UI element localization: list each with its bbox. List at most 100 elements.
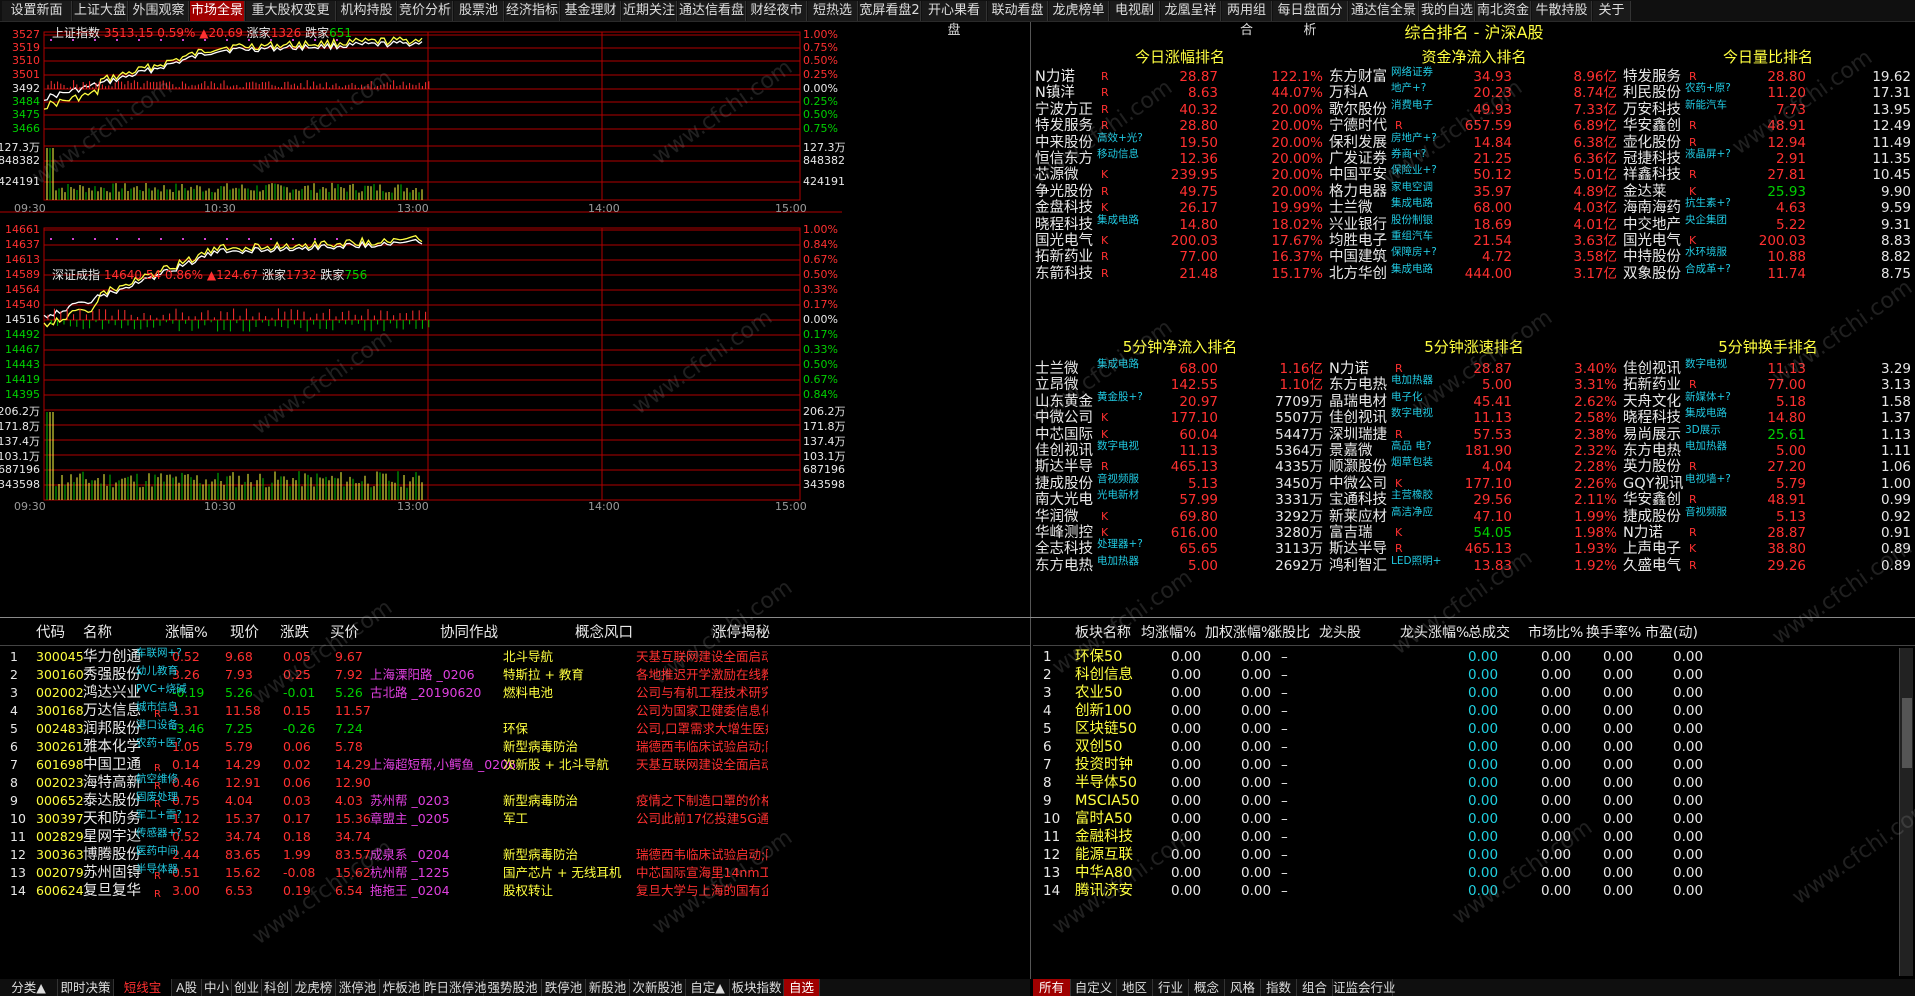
board-row[interactable]: 5 区块链50 0.00 0.00–0.00 0.00 0.00 0.00 xyxy=(1033,720,1893,738)
board-scrollbar[interactable] xyxy=(1899,648,1913,976)
rank-row[interactable]: 北方华创 集成电路 444.00 3.17亿 xyxy=(1327,263,1619,283)
nav-tab-21[interactable]: 每日盘面分析 xyxy=(1273,1,1348,38)
stock-row[interactable]: 12 300363 博腾股份 2.44 83.65 1.99 83.57 成泉系 _0204 新… xyxy=(0,846,1030,864)
nav-tab-23[interactable]: 我的自选 xyxy=(1420,1,1475,21)
stock-row[interactable]: 10 300397 天和防务 1.12 15.37 0.17 15.36 章盟主 _0205 军… xyxy=(0,810,1030,828)
nav-tab-13[interactable]: 短热选 xyxy=(808,1,858,21)
stock-col-header[interactable]: 概念风口 xyxy=(575,622,633,644)
stock-row[interactable]: 4 300168 万达信息 1.31 11.58 0.15 11.57 公司为国家卫健委信息化… xyxy=(0,702,1030,721)
nav-tab-2[interactable]: 外围观察 xyxy=(129,1,189,21)
bottom-right-tab-8[interactable]: 证监会行业 xyxy=(1333,979,1396,996)
board-row[interactable]: 14 腾讯济安 0.00 0.00–0.00 0.00 0.00 0.00 xyxy=(1033,882,1893,900)
board-row[interactable]: 1 环保50 0.00 0.00–0.00 0.00 0.00 0.00 xyxy=(1033,648,1893,666)
rank-row[interactable]: 久盛电气 R 29.26 0.89 xyxy=(1621,558,1913,575)
stock-row[interactable]: 9 000652 泰达股份 0.75 4.04 0.03 4.03 苏州帮 _0203 新型病毒… xyxy=(0,792,1030,811)
bottom-right-tab-5[interactable]: 风格 xyxy=(1225,979,1261,996)
board-row[interactable]: 6 双创50 0.00 0.00–0.00 0.00 0.00 0.00 xyxy=(1033,738,1893,756)
bottom-right-tab-4[interactable]: 概念 xyxy=(1189,979,1225,996)
nav-tab-14[interactable]: 宽屏看盘2 xyxy=(859,1,921,21)
bottom-right-tab-2[interactable]: 地区 xyxy=(1117,979,1153,996)
stock-col-header[interactable]: 现价 xyxy=(230,622,259,644)
nav-tab-9[interactable]: 基金理财 xyxy=(561,1,621,21)
stock-row[interactable]: 8 002023 海特高新 0.46 12.91 0.06 12.90 航空维修 R xyxy=(0,774,1030,793)
board-row[interactable]: 11 金融科技 0.00 0.00–0.00 0.00 0.00 0.00 xyxy=(1033,828,1893,846)
board-row[interactable]: 8 半导体50 0.00 0.00–0.00 0.00 0.00 0.00 xyxy=(1033,774,1893,792)
board-col-header[interactable]: 加权涨幅% xyxy=(1205,622,1274,644)
nav-tab-1[interactable]: 上证大盘 xyxy=(73,1,128,21)
bottom-tab-15[interactable]: 自定▲ xyxy=(686,979,730,996)
nav-tab-11[interactable]: 通达信看盘 xyxy=(678,1,746,21)
stock-row[interactable]: 3 002002 鸿达兴业 -0.19 5.26 -0.01 5.26 古北路 _201906… xyxy=(0,684,1030,702)
nav-tab-15[interactable]: 开心果看盘 xyxy=(922,1,987,38)
stock-row[interactable]: 11 002829 星网宇达 0.52 34.74 0.18 34.74 传感器+? xyxy=(0,828,1030,846)
bottom-tab-9[interactable]: 炸板池 xyxy=(380,979,424,996)
stock-col-header[interactable]: 代码 xyxy=(36,622,65,644)
rank-row[interactable]: 鸿利智汇 LED照明+ 13.83 1.92% xyxy=(1327,555,1619,575)
bottom-right-tab-0[interactable]: 所有 xyxy=(1033,979,1071,996)
bottom-tab-5[interactable]: 创业 xyxy=(232,979,262,996)
bottom-tab-1[interactable]: 即时决策 xyxy=(58,979,114,996)
bottom-tab-17[interactable]: 自选 xyxy=(784,979,820,996)
bottom-tab-4[interactable]: 中小 xyxy=(202,979,232,996)
board-row[interactable]: 9 MSCIA50 0.00 0.00–0.00 0.00 0.00 0.00 xyxy=(1033,792,1893,810)
bottom-tab-0[interactable]: 分类▲ xyxy=(0,979,58,996)
nav-tab-12[interactable]: 财经夜市 xyxy=(747,1,807,21)
bottom-right-tab-1[interactable]: 自定义 xyxy=(1071,979,1117,996)
board-col-header[interactable]: 市盈(动) xyxy=(1645,622,1698,644)
nav-tab-18[interactable]: 电视剧 xyxy=(1110,1,1160,21)
nav-tab-16[interactable]: 联动看盘 xyxy=(988,1,1048,21)
stock-col-header[interactable]: 涨停揭秘 xyxy=(712,622,770,644)
stock-col-header[interactable]: 涨跌 xyxy=(280,622,309,644)
nav-tab-24[interactable]: 南北资金 xyxy=(1476,1,1531,21)
bottom-tab-3[interactable]: A股 xyxy=(172,979,202,996)
nav-tab-20[interactable]: 两用组合 xyxy=(1222,1,1272,38)
rank-row[interactable]: 双象股份 合成革+? 11.74 8.75 xyxy=(1621,263,1913,283)
board-col-header[interactable]: 换手率% xyxy=(1586,622,1641,644)
stock-col-header[interactable]: 买价 xyxy=(330,622,359,644)
stock-row[interactable]: 1 300045 华力创通 0.52 9.68 0.05 9.67 北斗导航 天基互联网建设全面… xyxy=(0,648,1030,666)
bottom-right-tab-3[interactable]: 行业 xyxy=(1153,979,1189,996)
nav-tab-4[interactable]: 重大股权变更 xyxy=(246,1,336,21)
rank-row[interactable]: 东箭科技 R 21.48 15.17% xyxy=(1033,266,1325,283)
nav-tab-7[interactable]: 股票池 xyxy=(454,1,504,21)
nav-tab-8[interactable]: 经济指标 xyxy=(505,1,560,21)
board-col-header[interactable]: 板块名称 xyxy=(1075,622,1131,644)
bottom-tab-13[interactable]: 新股池 xyxy=(586,979,630,996)
stock-row[interactable]: 5 002483 润邦股份 -3.46 7.25 -0.26 7.24 环保 公司,口罩需求大增… xyxy=(0,720,1030,738)
stock-col-header[interactable]: 涨幅% xyxy=(165,622,208,644)
board-row[interactable]: 7 投资时钟 0.00 0.00–0.00 0.00 0.00 0.00 xyxy=(1033,756,1893,774)
board-row[interactable]: 13 中华A80 0.00 0.00–0.00 0.00 0.00 0.00 xyxy=(1033,864,1893,882)
nav-tab-3[interactable]: 市场全景 xyxy=(190,1,245,21)
nav-tab-25[interactable]: 牛散持股 xyxy=(1532,1,1592,21)
stock-row[interactable]: 14 600624 复旦复华 3.00 6.53 0.19 6.54 拖拖王 _0204 股权转… xyxy=(0,882,1030,900)
rank-row[interactable]: 东方电热 电加热器 5.00 2692万 xyxy=(1033,555,1325,575)
board-col-header[interactable]: 涨股比 xyxy=(1268,622,1310,644)
nav-tab-6[interactable]: 竞价分析 xyxy=(398,1,453,21)
scroll-thumb[interactable] xyxy=(1902,698,1912,768)
board-col-header[interactable]: 龙头股 xyxy=(1319,622,1361,644)
stock-row[interactable]: 6 300261 雅本化学 1.05 5.79 0.06 5.78 新型病毒防治 瑞德西韦临床试… xyxy=(0,738,1030,756)
stock-row[interactable]: 13 002079 苏州固锝 0.51 15.62 -0.08 15.62 杭州帮 _1225… xyxy=(0,864,1030,883)
stock-row[interactable]: 7 601698 中国卫通 0.14 14.29 0.02 14.29 上海超短帮,小鳄鱼 _… xyxy=(0,756,1030,774)
board-row[interactable]: 4 创新100 0.00 0.00–0.00 0.00 0.00 0.00 xyxy=(1033,702,1893,720)
stock-col-header[interactable]: 名称 xyxy=(83,622,112,644)
board-col-header[interactable]: 总成交 xyxy=(1468,622,1510,644)
bottom-tab-2[interactable]: 短线宝 xyxy=(114,979,172,996)
bottom-tab-16[interactable]: 板块指数 xyxy=(730,979,784,996)
nav-tab-0[interactable]: 设置新面 xyxy=(2,1,72,21)
nav-tab-10[interactable]: 近期关注 xyxy=(622,1,677,21)
nav-tab-5[interactable]: 机构持股 xyxy=(337,1,397,21)
bottom-tab-12[interactable]: 跌停池 xyxy=(542,979,586,996)
stock-col-header[interactable]: 协同作战 xyxy=(440,622,498,644)
bottom-tab-8[interactable]: 涨停池 xyxy=(336,979,380,996)
board-row[interactable]: 3 农业50 0.00 0.00–0.00 0.00 0.00 0.00 xyxy=(1033,684,1893,702)
bottom-tab-6[interactable]: 科创 xyxy=(262,979,292,996)
stock-row[interactable]: 2 300160 秀强股份 3.26 7.93 0.25 7.92 上海溧阳路 _0206 特斯… xyxy=(0,666,1030,684)
nav-tab-26[interactable]: 关于 xyxy=(1593,1,1631,21)
board-row[interactable]: 2 科创信息 0.00 0.00–0.00 0.00 0.00 0.00 xyxy=(1033,666,1893,684)
nav-tab-17[interactable]: 龙虎榜单 xyxy=(1049,1,1109,21)
bottom-tab-10[interactable]: 昨日涨停池 xyxy=(424,979,487,996)
bottom-tab-14[interactable]: 次新股池 xyxy=(630,979,686,996)
board-row[interactable]: 12 能源互联 0.00 0.00–0.00 0.00 0.00 0.00 xyxy=(1033,846,1893,864)
nav-tab-19[interactable]: 龙凰呈祥 xyxy=(1161,1,1221,21)
